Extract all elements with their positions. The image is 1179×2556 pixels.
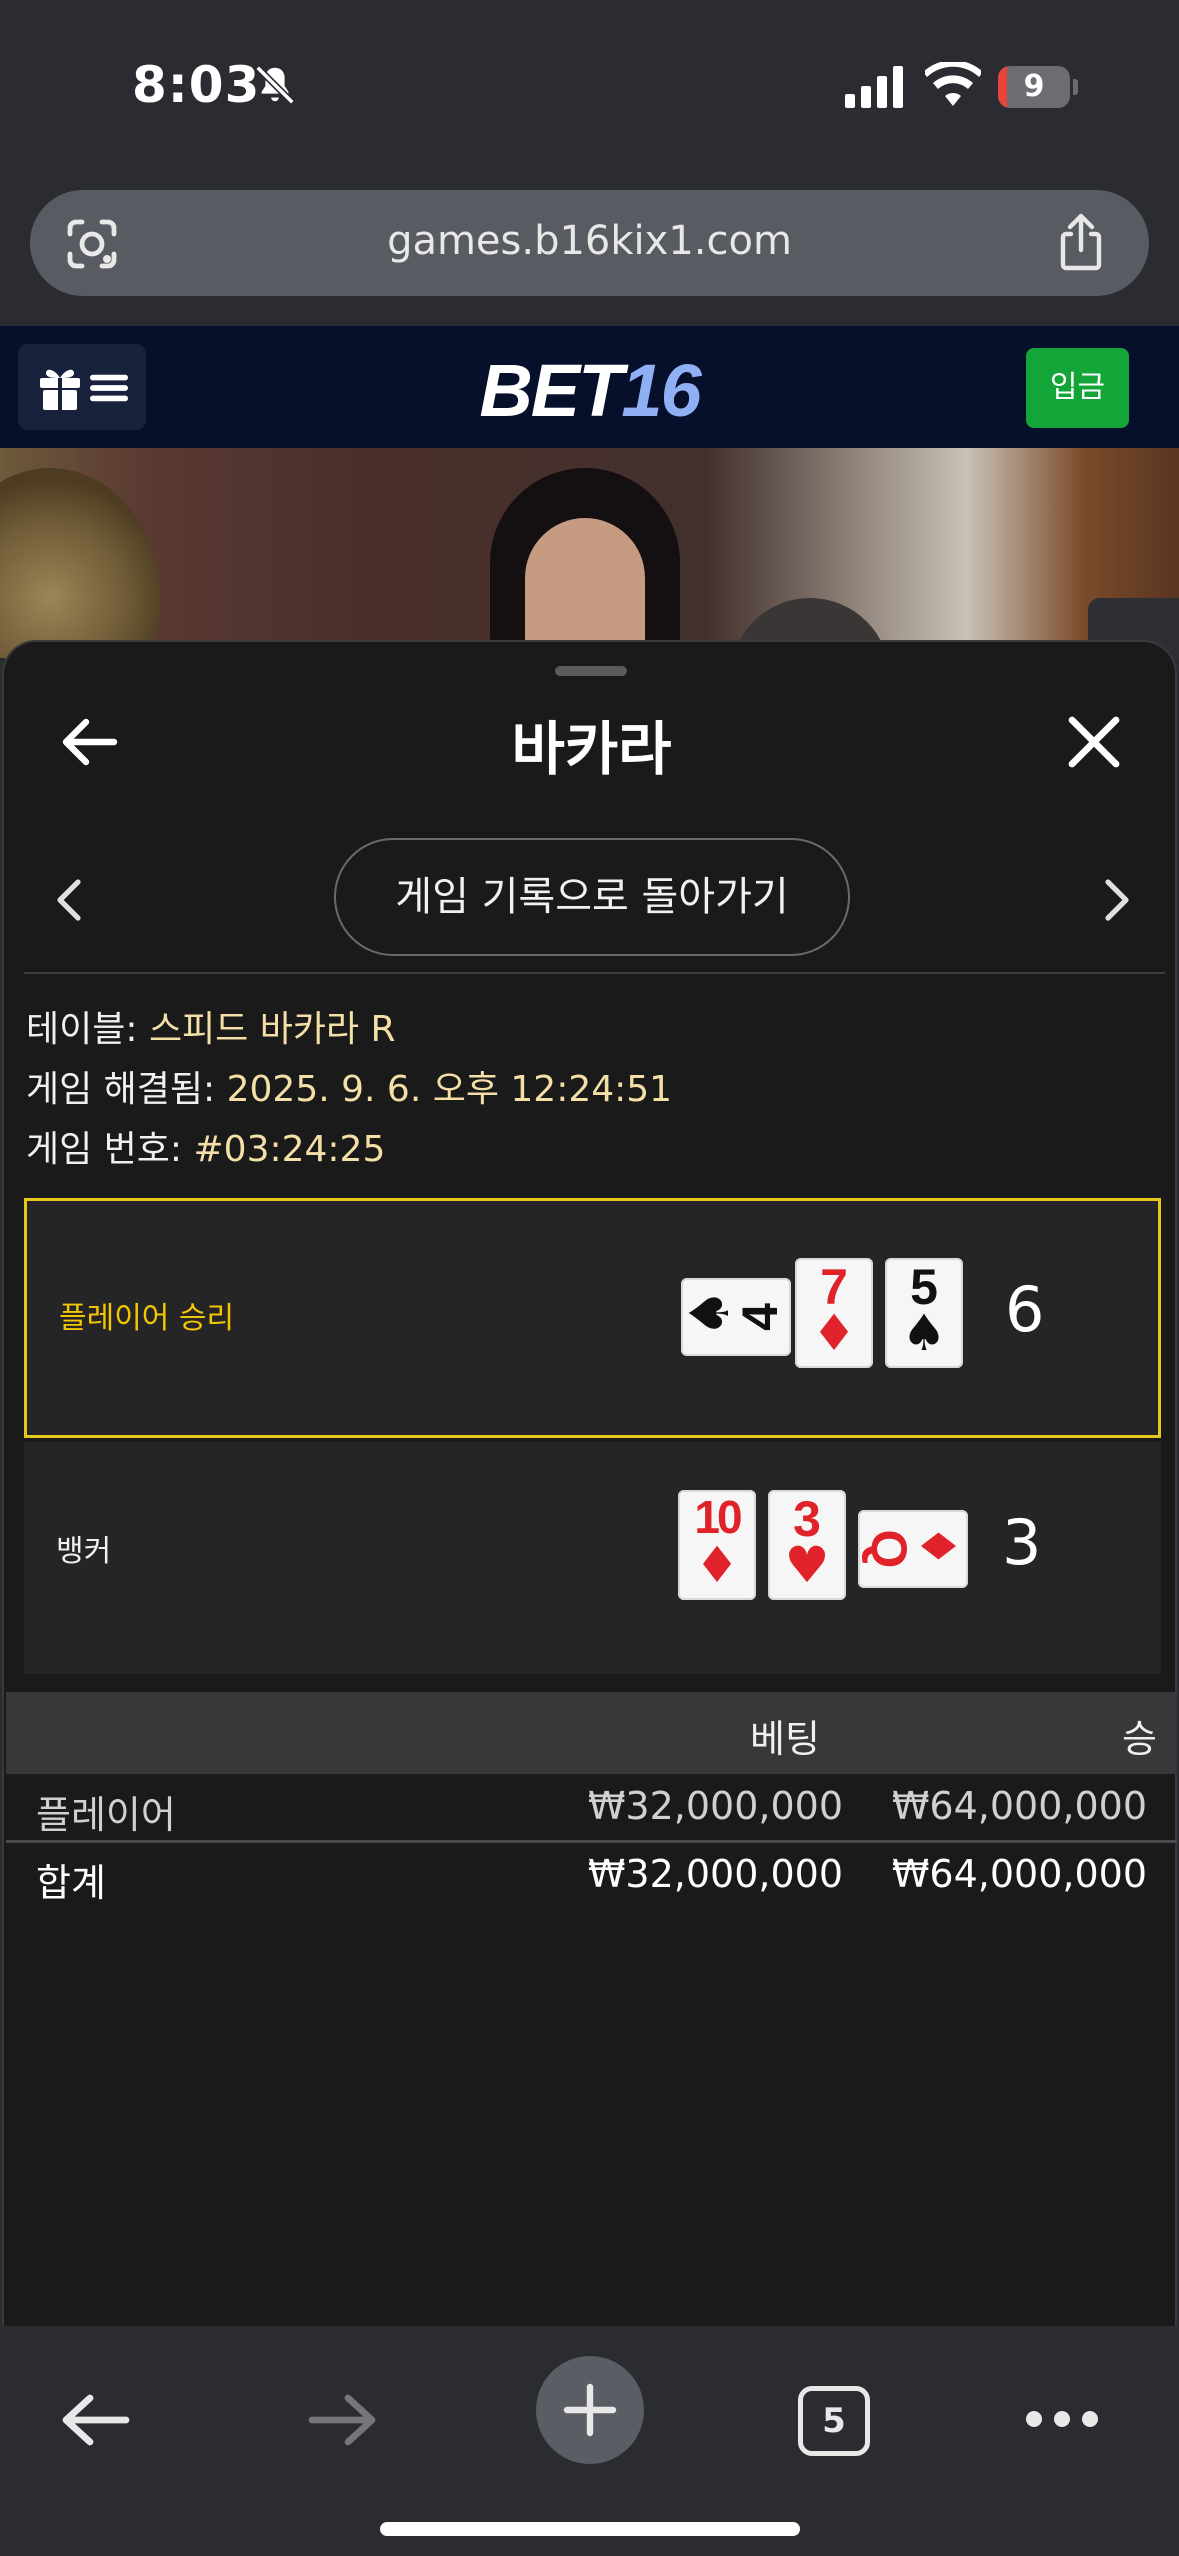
player-result-label: 플레이어 승리 bbox=[59, 1301, 235, 1336]
status-time: 8:03 bbox=[132, 56, 261, 114]
game-number-label: 게임 번호: bbox=[26, 1129, 194, 1170]
resolved-label: 게임 해결됨: bbox=[26, 1069, 227, 1110]
tabs-count-button[interactable]: 5 bbox=[798, 2386, 870, 2456]
address-bar[interactable]: games.b16kix1.com bbox=[30, 190, 1149, 296]
site-header: BET16 입금 bbox=[0, 326, 1179, 448]
game-number-info: 게임 번호: #03:24:25 bbox=[26, 1120, 385, 1172]
divider bbox=[24, 972, 1165, 974]
card-suit: ♦ bbox=[909, 1524, 965, 1568]
next-game-chevron-icon[interactable] bbox=[1102, 878, 1132, 922]
live-dealer-video bbox=[0, 448, 1179, 658]
player-card-1: ♠ 4 bbox=[681, 1278, 791, 1356]
status-bar: 8:03 9 bbox=[0, 0, 1179, 175]
plus-icon bbox=[563, 2383, 617, 2437]
player-score: 6 bbox=[1005, 1273, 1045, 1346]
resolved-value: 2025. 9. 6. 오후 12:24:51 bbox=[226, 1069, 673, 1110]
sheet-grabber[interactable] bbox=[555, 666, 627, 676]
banker-score: 3 bbox=[1002, 1506, 1042, 1579]
logo-text-bet: BET bbox=[479, 349, 623, 432]
cellular-signal-icon bbox=[845, 66, 903, 108]
card-suit: ♠ bbox=[681, 1288, 741, 1338]
total-bet-amount: ₩32,000,000 bbox=[587, 1852, 843, 1896]
deposit-button[interactable]: 입금 bbox=[1026, 348, 1129, 428]
banker-hand: 뱅커 10 ♦ 3 ♥ Q ♦ 3 bbox=[24, 1442, 1161, 1674]
banker-card-1: 10 ♦ bbox=[678, 1490, 756, 1600]
game-number-value: #03:24:25 bbox=[193, 1129, 386, 1170]
total-label: 합계 bbox=[36, 1861, 106, 1905]
resolved-time-info: 게임 해결됨: 2025. 9. 6. 오후 12:24:51 bbox=[26, 1060, 672, 1112]
close-icon[interactable] bbox=[1064, 712, 1124, 772]
share-icon[interactable] bbox=[1053, 212, 1109, 272]
wifi-icon bbox=[925, 62, 981, 106]
card-rank: Q bbox=[861, 1529, 917, 1569]
table-label: 테이블: bbox=[26, 1009, 149, 1050]
battery-level: 9 bbox=[1023, 69, 1045, 104]
bet-column-header: 베팅 bbox=[750, 1717, 820, 1761]
player-card-2: 7 ♦ bbox=[795, 1258, 873, 1368]
back-to-history-button[interactable]: 게임 기록으로 돌아가기 bbox=[334, 838, 850, 956]
bet-amount: ₩32,000,000 bbox=[587, 1784, 843, 1828]
banker-label: 뱅커 bbox=[56, 1534, 112, 1569]
card-suit: ♥ bbox=[784, 1536, 830, 1594]
bell-muted-icon bbox=[255, 65, 295, 105]
browser-toolbar: 5 bbox=[0, 2326, 1179, 2556]
logo-text-16: 16 bbox=[621, 349, 701, 432]
card-rank: 10 bbox=[694, 1491, 742, 1543]
win-column-header: 승 bbox=[1122, 1717, 1157, 1761]
bets-table-header: 베팅 승 bbox=[6, 1692, 1177, 1774]
table-info: 테이블: 스피드 바카라 R bbox=[26, 1000, 396, 1052]
player-hand: 플레이어 승리 ♠ 4 7 ♦ 5 ♠ 6 bbox=[24, 1198, 1161, 1438]
browser-back-icon[interactable] bbox=[60, 2390, 132, 2450]
divider bbox=[6, 1840, 1177, 1843]
card-rank: 4 bbox=[732, 1303, 788, 1331]
card-suit: ♦ bbox=[694, 1536, 740, 1594]
game-result-sheet: 바카라 게임 기록으로 돌아가기 테이블: 스피드 바카라 R 게임 해결됨: … bbox=[2, 640, 1177, 2326]
sheet-title: 바카라 bbox=[511, 715, 672, 783]
previous-game-chevron-icon[interactable] bbox=[54, 878, 84, 922]
site-logo[interactable]: BET16 bbox=[0, 348, 1179, 433]
browser-forward-icon[interactable] bbox=[306, 2390, 378, 2450]
total-win-amount: ₩64,000,000 bbox=[891, 1852, 1147, 1896]
win-amount: ₩64,000,000 bbox=[891, 1784, 1147, 1828]
card-suit: ♦ bbox=[811, 1304, 857, 1362]
table-row: 플레이어 ₩32,000,000 ₩64,000,000 bbox=[6, 1776, 1177, 1842]
player-card-3: 5 ♠ bbox=[885, 1258, 963, 1368]
more-options-icon[interactable] bbox=[1024, 2404, 1100, 2434]
table-row-total: 합계 ₩32,000,000 ₩64,000,000 bbox=[6, 1844, 1177, 1910]
banker-card-2: 3 ♥ bbox=[768, 1490, 846, 1600]
card-suit: ♠ bbox=[901, 1304, 947, 1362]
table-value: 스피드 바카라 R bbox=[148, 1009, 396, 1050]
home-indicator[interactable] bbox=[380, 2522, 800, 2536]
bet-name: 플레이어 bbox=[36, 1793, 176, 1837]
banker-card-3: Q ♦ bbox=[858, 1510, 968, 1588]
new-tab-button[interactable] bbox=[536, 2356, 644, 2464]
url-text[interactable]: games.b16kix1.com bbox=[30, 218, 1149, 264]
battery-indicator: 9 bbox=[998, 66, 1078, 108]
